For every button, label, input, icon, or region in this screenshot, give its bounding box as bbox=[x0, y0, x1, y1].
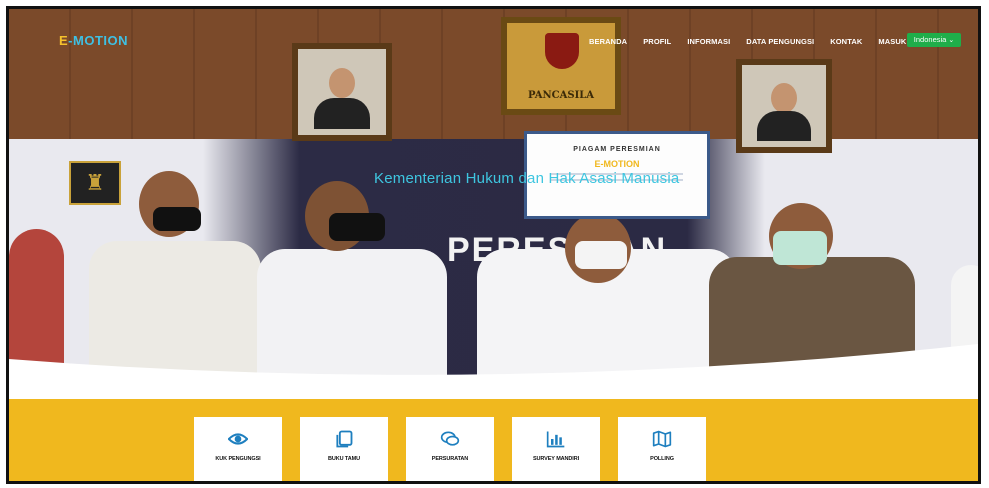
card-kuk-pengungsi[interactable]: KUK PENGUNGSI bbox=[194, 417, 282, 481]
card-survey-mandiri[interactable]: SURVEY MANDIRI bbox=[512, 417, 600, 481]
language-label: Indonesia bbox=[913, 35, 947, 44]
card-label: BUKU TAMU bbox=[328, 456, 360, 462]
nav-kontak[interactable]: KONTAK bbox=[830, 37, 862, 46]
card-label: SURVEY MANDIRI bbox=[532, 456, 580, 462]
quick-links: KUK PENGUNGSI BUKU TAMU PERSURATAN SURVE… bbox=[194, 417, 706, 481]
card-persuratan[interactable]: PERSURATAN bbox=[406, 417, 494, 481]
garuda-label: PANCASILA bbox=[527, 90, 595, 101]
card-label: PERSURATAN bbox=[431, 456, 469, 462]
card-polling[interactable]: POLLING bbox=[618, 417, 706, 481]
eye-icon bbox=[228, 433, 248, 445]
hero-section: PANCASILA ♜ PERESMIAN PIAGAM PERESMIAN E… bbox=[9, 9, 978, 399]
person-5-mask bbox=[773, 231, 827, 265]
portrait-right bbox=[736, 59, 832, 153]
nav-informasi[interactable]: INFORMASI bbox=[687, 37, 730, 46]
bar-chart-icon bbox=[546, 431, 565, 448]
nav-masuk[interactable]: MASUK bbox=[878, 37, 906, 46]
map-icon bbox=[652, 430, 672, 448]
chevron-down-icon: ⌄ bbox=[948, 37, 955, 44]
language-select[interactable]: Indonesia ⌄ bbox=[907, 33, 961, 47]
copy-icon bbox=[336, 430, 353, 448]
person-2-mask bbox=[153, 207, 201, 231]
top-navbar: E-MOTION BERANDA PROFIL INFORMASI DATA P… bbox=[9, 9, 978, 65]
card-buku-tamu[interactable]: BUKU TAMU bbox=[300, 417, 388, 481]
card-label: KUK PENGUNGSI bbox=[215, 456, 261, 462]
certificate-heading: PIAGAM PERESMIAN bbox=[573, 146, 661, 153]
chat-icon bbox=[440, 431, 460, 446]
brand-logo[interactable]: E-MOTION bbox=[59, 33, 128, 48]
certificate-brand: E-MOTION bbox=[594, 159, 640, 169]
nav-beranda[interactable]: BERANDA bbox=[589, 37, 627, 46]
hero-wave bbox=[9, 344, 978, 399]
page-frame: PANCASILA ♜ PERESMIAN PIAGAM PERESMIAN E… bbox=[6, 6, 981, 484]
card-label: POLLING bbox=[650, 456, 674, 462]
ministry-logo: ♜ bbox=[69, 161, 121, 205]
main-menu: BERANDA PROFIL INFORMASI DATA PENGUNGSI … bbox=[589, 37, 906, 46]
person-3-mask bbox=[329, 213, 385, 241]
brand-logo-e: E bbox=[59, 33, 69, 48]
person-4-mask bbox=[575, 241, 627, 269]
nav-data-pengungsi[interactable]: DATA PENGUNGSI bbox=[746, 37, 814, 46]
nav-profil[interactable]: PROFIL bbox=[643, 37, 671, 46]
hero-title: Kementerian Hukum dan Hak Asasi Manusia bbox=[374, 170, 680, 187]
brand-logo-text: -MOTION bbox=[68, 33, 128, 48]
